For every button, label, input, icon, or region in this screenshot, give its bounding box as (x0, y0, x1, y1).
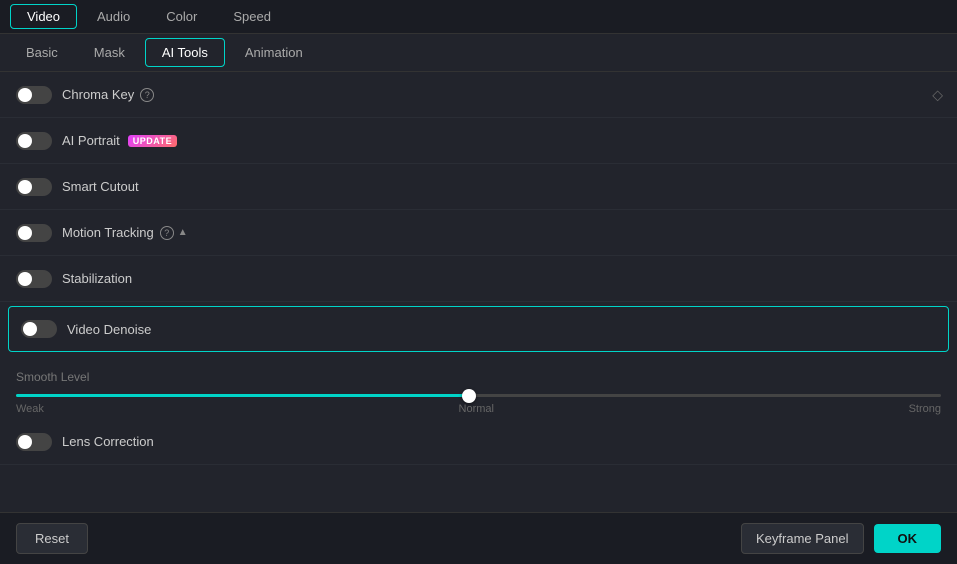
motion-tracking-chevron-icon[interactable]: ▲ (178, 227, 188, 238)
bottom-bar: Reset Keyframe Panel OK (0, 512, 957, 564)
tab-color[interactable]: Color (148, 0, 215, 33)
chroma-key-toggle[interactable] (16, 86, 52, 104)
chroma-key-label: Chroma Key (62, 87, 134, 102)
ok-button[interactable]: OK (874, 524, 942, 553)
motion-tracking-toggle[interactable] (16, 224, 52, 242)
tab-video[interactable]: Video (10, 4, 77, 29)
chroma-key-row: Chroma Key ? ◇ (0, 72, 957, 118)
lens-correction-label: Lens Correction (62, 434, 154, 449)
stabilization-label: Stabilization (62, 271, 132, 286)
settings-content: Chroma Key ? ◇ AI Portrait UPDATE Smart … (0, 72, 957, 500)
tab-speed[interactable]: Speed (215, 0, 289, 33)
sub-tab-bar: Basic Mask AI Tools Animation (0, 34, 957, 72)
video-denoise-toggle[interactable] (21, 320, 57, 338)
slider-label-normal: Normal (459, 403, 494, 415)
video-denoise-label: Video Denoise (67, 322, 151, 337)
lens-correction-row: Lens Correction (0, 419, 957, 465)
reset-button[interactable]: Reset (16, 523, 88, 554)
ai-portrait-row: AI Portrait UPDATE (0, 118, 957, 164)
tab-audio[interactable]: Audio (79, 0, 148, 33)
motion-tracking-row: Motion Tracking ? ▲ (0, 210, 957, 256)
ai-portrait-toggle[interactable] (16, 132, 52, 150)
smooth-level-slider[interactable] (16, 394, 941, 397)
top-tab-bar: Video Audio Color Speed (0, 0, 957, 34)
bottom-right-actions: Keyframe Panel OK (741, 523, 941, 554)
motion-tracking-help-icon[interactable]: ? (160, 226, 174, 240)
subtab-ai-tools[interactable]: AI Tools (145, 38, 225, 67)
subtab-animation[interactable]: Animation (227, 34, 321, 71)
stabilization-toggle[interactable] (16, 270, 52, 288)
stabilization-row: Stabilization (0, 256, 957, 302)
subtab-basic[interactable]: Basic (8, 34, 76, 71)
smart-cutout-row: Smart Cutout (0, 164, 957, 210)
slider-label-strong: Strong (909, 403, 941, 415)
keyframe-panel-button[interactable]: Keyframe Panel (741, 523, 864, 554)
smart-cutout-label: Smart Cutout (62, 179, 139, 194)
ai-portrait-badge: UPDATE (128, 135, 177, 147)
motion-tracking-label: Motion Tracking (62, 225, 154, 240)
lens-correction-toggle[interactable] (16, 433, 52, 451)
smart-cutout-toggle[interactable] (16, 178, 52, 196)
slider-labels: Weak Normal Strong (16, 403, 941, 415)
video-denoise-row: Video Denoise (8, 306, 949, 352)
subtab-mask[interactable]: Mask (76, 34, 143, 71)
slider-label-weak: Weak (16, 403, 44, 415)
smooth-level-label: Smooth Level (16, 370, 941, 384)
chroma-key-diamond-icon[interactable]: ◇ (932, 86, 943, 103)
ai-portrait-label: AI Portrait (62, 133, 120, 148)
smooth-level-section: Smooth Level Weak Normal Strong (0, 356, 957, 419)
chroma-key-help-icon[interactable]: ? (140, 88, 154, 102)
